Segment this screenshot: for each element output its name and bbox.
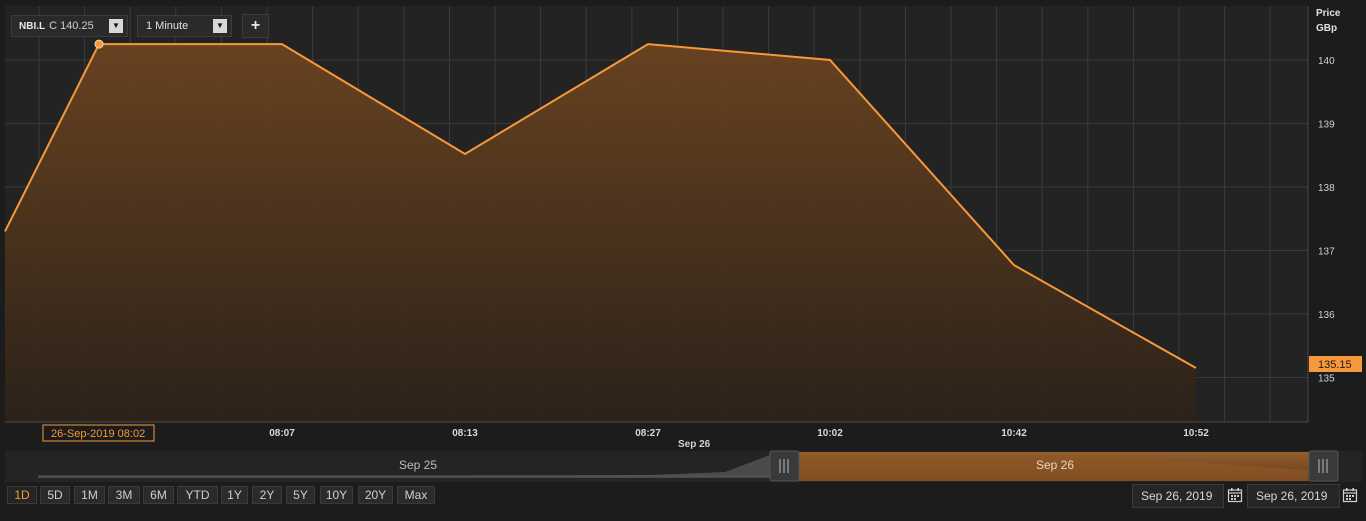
range-button-20y[interactable]: 20Y [358, 486, 393, 504]
close-value: 140.25 [60, 20, 94, 32]
y-tick-label: 139 [1318, 119, 1335, 130]
y-axis-title-price: Price [1316, 8, 1341, 19]
y-tick-label: 136 [1318, 310, 1335, 321]
close-prefix: C [49, 20, 58, 32]
y-tick-label: 135 [1318, 374, 1335, 385]
chart-container: 135 136 137 138 139 140 08:07 08:13 08:27 10:02 1… [0, 0, 1366, 516]
x-tick-label: 10:02 [817, 428, 843, 439]
x-tick-label: 08:07 [269, 428, 295, 439]
cursor-date-label: 26-Sep-2019 08:02 [51, 428, 145, 440]
chevron-down-icon[interactable]: ▼ [213, 19, 227, 33]
y-tick-label: 138 [1318, 183, 1335, 194]
range-button-3m[interactable]: 3M [108, 486, 140, 504]
range-button-max[interactable]: Max [397, 486, 435, 504]
range-button-5d[interactable]: 5D [40, 486, 70, 504]
x-axis-date-label: Sep 26 [678, 439, 711, 450]
symbol-ric: NBI.L [19, 20, 46, 32]
x-tick-label: 08:27 [635, 428, 661, 439]
range-button-1y[interactable]: 1Y [221, 486, 248, 504]
add-button[interactable]: + [242, 14, 269, 38]
plus-icon: + [250, 17, 261, 34]
range-button-5y[interactable]: 5Y [286, 486, 315, 504]
chevron-down-icon[interactable]: ▼ [109, 19, 123, 33]
price-chart[interactable]: 135 136 137 138 139 140 08:07 08:13 08:27 10:02 1… [0, 0, 1366, 516]
date-to-input[interactable]: Sep 26, 2019 [1247, 484, 1340, 508]
navigator-left-label: Sep 25 [399, 458, 437, 472]
range-button-6m[interactable]: 6M [143, 486, 174, 504]
navigator-right-handle[interactable] [1308, 450, 1339, 482]
range-button-ytd[interactable]: YTD [177, 486, 218, 504]
highlighted-point[interactable] [94, 39, 104, 49]
date-from-input[interactable]: Sep 26, 2019 [1132, 484, 1224, 508]
range-button-1d[interactable]: 1D [7, 486, 37, 504]
x-tick-label: 10:42 [1001, 428, 1027, 439]
range-button-2y[interactable]: 2Y [252, 486, 282, 504]
y-axis-title-unit: GBp [1316, 23, 1337, 34]
x-tick-label: 08:13 [452, 428, 478, 439]
x-tick-label: 10:52 [1183, 428, 1209, 439]
navigator-left-handle[interactable] [769, 450, 800, 482]
interval-label: 1 Minute [146, 20, 189, 32]
y-tick-label: 140 [1318, 56, 1335, 67]
interval-selector[interactable]: 1 Minute ▼ [137, 15, 232, 37]
navigator-right-label: Sep 26 [1036, 458, 1074, 472]
y-tick-label: 137 [1318, 247, 1335, 258]
current-price-label: 135.15 [1318, 359, 1352, 371]
range-button-10y[interactable]: 10Y [320, 486, 353, 504]
symbol-selector[interactable]: NBI.L C 140.25 ▼ [11, 15, 128, 37]
calendar-icon[interactable] [1342, 487, 1358, 503]
calendar-icon[interactable] [1227, 487, 1243, 503]
range-button-1m[interactable]: 1M [74, 486, 105, 504]
